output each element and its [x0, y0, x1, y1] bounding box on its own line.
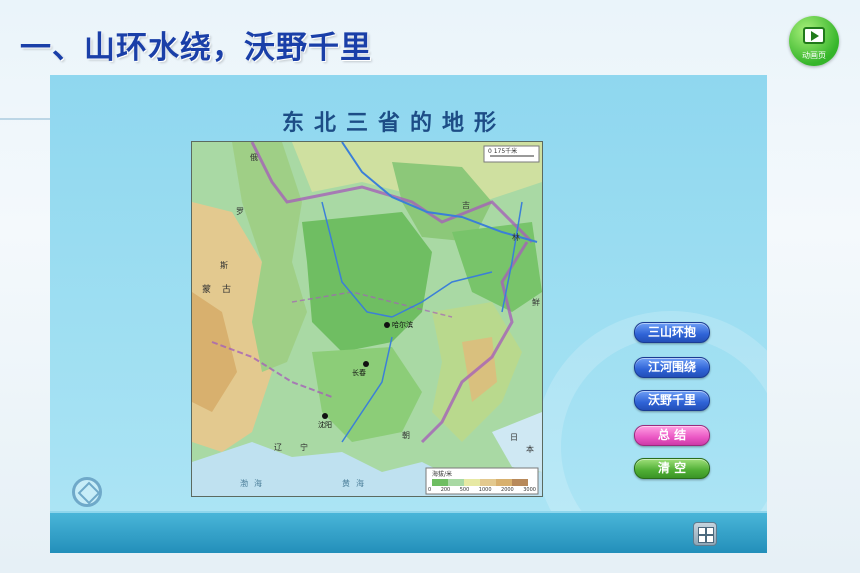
legend-tick: 500 — [459, 487, 470, 493]
map-label: 海 — [254, 479, 262, 488]
menu-button-rivers[interactable]: 江河围绕 — [634, 357, 710, 378]
map-label: 日 — [510, 433, 518, 442]
decorative-line — [0, 118, 52, 120]
page-title: 一、山环水绕，沃野千里 — [20, 30, 372, 66]
menu-button-fertile-plains[interactable]: 沃野千里 — [634, 390, 710, 411]
menu-button-three-mountains[interactable]: 三山环抱 — [634, 322, 710, 343]
video-play-button[interactable]: 动画页 — [789, 16, 839, 66]
logo-icon — [72, 477, 102, 507]
map-label: 辽 — [274, 443, 282, 452]
map-label: 俄 — [250, 153, 258, 162]
map-label: 朝 — [402, 431, 410, 440]
map-label: 古 — [222, 285, 232, 295]
city-label-harbin: 哈尔滨 — [392, 321, 413, 329]
map-label: 罗 — [236, 207, 244, 216]
terrain-map-svg — [192, 142, 542, 496]
video-play-icon — [803, 27, 825, 44]
map-title: 东北三省的地形 — [282, 111, 507, 136]
map-label: 海 — [356, 479, 364, 488]
legend-title: 海拔/米 — [432, 471, 453, 478]
grid-menu-icon[interactable] — [693, 522, 717, 546]
slide-panel: 东北三省的地形 0 175千米 俄 罗 斯 蒙 古 吉 林 辽 宁 朝 鲜 日 … — [50, 75, 767, 553]
map-label: 黄 — [342, 479, 350, 488]
legend-tick: 200 — [440, 487, 451, 493]
legend-tick: 0 — [428, 487, 432, 493]
video-button-caption: 动画页 — [802, 51, 826, 60]
map-scale-label: 0 175千米 — [488, 148, 518, 155]
menu-button-clear[interactable]: 清 空 — [634, 458, 710, 479]
bottom-bar — [50, 511, 767, 553]
map-label: 宁 — [300, 443, 308, 452]
city-label-changchun: 长春 — [352, 369, 366, 377]
map-label: 本 — [526, 445, 534, 454]
city-label-shenyang: 沈阳 — [318, 421, 332, 429]
map-label: 渤 — [240, 479, 248, 488]
menu-button-summary[interactable]: 总 结 — [634, 425, 710, 446]
legend-tick: 1000 — [478, 487, 492, 493]
legend-tick: 2000 — [501, 487, 514, 493]
map-label: 斯 — [220, 261, 228, 270]
map-label: 林 — [512, 233, 520, 242]
map-label: 吉 — [462, 201, 470, 210]
map-label: 蒙 — [202, 285, 212, 295]
map-label: 鲜 — [532, 298, 540, 307]
legend-tick: 3000 — [523, 487, 536, 493]
terrain-map: 0 175千米 俄 罗 斯 蒙 古 吉 林 辽 宁 朝 鲜 日 本 渤 海 黄 … — [191, 141, 543, 497]
legend-ticks: 0 200 500 1000 2000 3000 — [428, 487, 536, 493]
